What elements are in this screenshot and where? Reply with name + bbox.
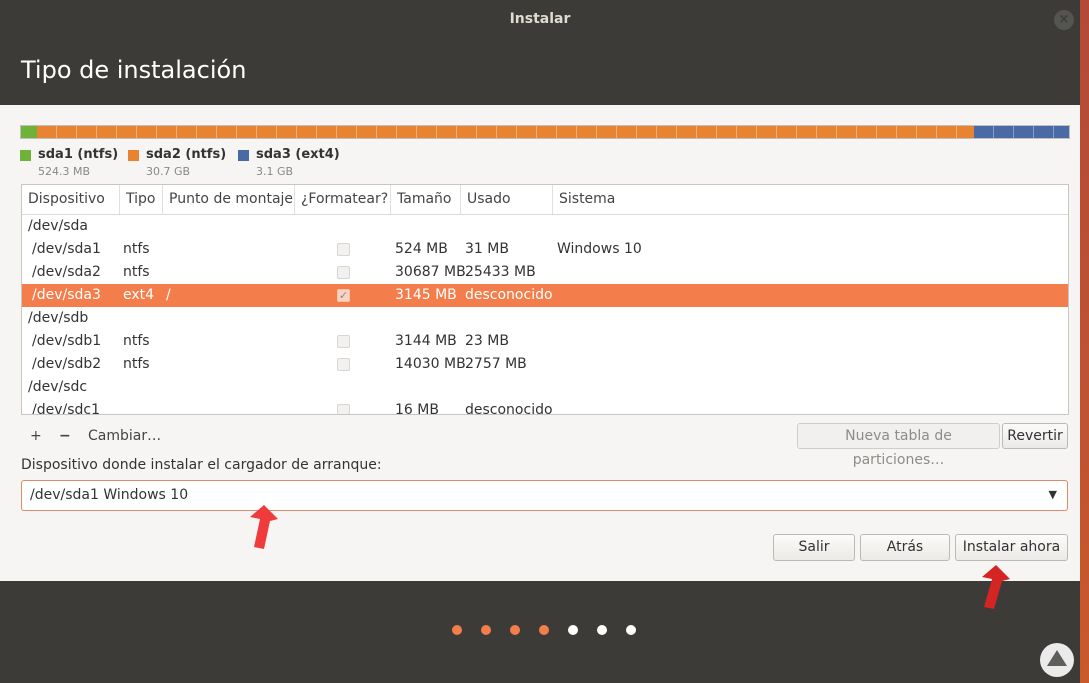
column-header[interactable]: ¿Formatear? <box>295 185 391 214</box>
table-row[interactable]: /dev/sdc1 16 MB desconocido <box>22 399 1068 415</box>
type-cell: ntfs <box>123 264 150 280</box>
size-cell: 524 MB <box>395 241 448 257</box>
progress-dot <box>452 625 462 635</box>
format-checkbox[interactable] <box>337 243 350 256</box>
used-cell: 25433 MB <box>465 264 536 280</box>
used-cell: 31 MB <box>465 241 509 257</box>
change-partition-button[interactable]: Cambiar… <box>88 423 161 449</box>
page-title: Tipo de instalación <box>21 56 247 84</box>
progress-dot <box>568 625 578 635</box>
partition-segment <box>21 126 37 138</box>
quit-button[interactable]: Salir <box>773 534 855 561</box>
progress-dot <box>539 625 549 635</box>
system-cell: Windows 10 <box>557 241 642 257</box>
format-checkbox[interactable] <box>337 404 350 414</box>
legend-size: 30.7 GB <box>146 165 191 178</box>
table-row[interactable]: /dev/sda2 ntfs 30687 MB 25433 MB <box>22 261 1068 284</box>
legend-swatch <box>128 150 139 161</box>
partition-toolbar: + − Cambiar… Nueva tabla de particiones…… <box>21 423 1069 468</box>
device-group-row[interactable]: /dev/sdb <box>22 307 1068 330</box>
size-cell: 16 MB <box>395 402 439 415</box>
dropdown-arrow-icon: ▼ <box>1048 488 1057 501</box>
partition-bar <box>20 125 1070 139</box>
site-logo-icon <box>1040 643 1074 677</box>
title-bar[interactable]: Instalar × <box>0 0 1080 40</box>
size-cell: 14030 MB <box>395 356 466 372</box>
legend-size: 524.3 MB <box>38 165 91 178</box>
remove-partition-button[interactable]: − <box>59 423 71 449</box>
mount-cell: / <box>166 287 171 303</box>
size-cell: 30687 MB <box>395 264 466 280</box>
progress-dot <box>626 625 636 635</box>
legend-name: sda3 (ext4) <box>256 147 340 162</box>
partition-segment <box>36 126 974 138</box>
bootloader-label: Dispositivo donde instalar el cargador d… <box>21 457 382 473</box>
installer-window: Instalar × Tipo de instalación sda1 (ntf… <box>0 0 1080 683</box>
column-header[interactable]: Tamaño <box>391 185 461 214</box>
format-checkbox[interactable] <box>337 335 350 348</box>
close-button[interactable]: × <box>1054 10 1074 30</box>
size-cell: 3145 MB <box>395 287 457 303</box>
type-cell: ntfs <box>123 356 150 372</box>
progress-dot <box>481 625 491 635</box>
size-cell: 3144 MB <box>395 333 457 349</box>
partition-table[interactable]: Dispositivo Tipo Punto de montaje ¿Formatea… <box>21 184 1069 415</box>
format-checkbox[interactable] <box>337 358 350 371</box>
revert-button[interactable]: Revertir <box>1002 423 1068 449</box>
device-cell: /dev/sda2 <box>32 264 101 280</box>
annotation-arrow-icon <box>250 505 278 549</box>
column-header[interactable]: Punto de montaje <box>163 185 295 214</box>
device-cell: /dev/sda <box>28 218 88 234</box>
legend-size: 3.1 GB <box>256 165 294 178</box>
install-now-button[interactable]: Instalar ahora <box>955 534 1068 561</box>
device-cell: /dev/sda1 <box>32 241 101 257</box>
device-group-row[interactable]: /dev/sda <box>22 215 1068 238</box>
legend-name: sda2 (ntfs) <box>146 147 227 162</box>
add-partition-button[interactable]: + <box>30 423 42 449</box>
back-button[interactable]: Atrás <box>860 534 950 561</box>
progress-dot <box>510 625 520 635</box>
table-row[interactable]: /dev/sda3 ext4 / ✓ 3145 MB desconocido <box>22 284 1068 307</box>
partition-segment <box>973 126 1069 138</box>
format-checkbox[interactable] <box>337 266 350 279</box>
device-cell: /dev/sdc1 <box>32 402 101 415</box>
bootloader-selected-value: /dev/sda1 Windows 10 <box>30 487 189 503</box>
new-partition-table-button[interactable]: Nueva tabla de particiones… <box>797 423 1000 468</box>
device-cell: /dev/sdc <box>28 379 88 395</box>
column-header[interactable]: Sistema <box>553 185 1068 214</box>
type-cell: ntfs <box>123 241 150 257</box>
legend-swatch <box>20 150 31 161</box>
type-cell: ext4 <box>123 287 155 303</box>
device-cell: /dev/sdb2 <box>32 356 102 372</box>
column-header[interactable]: Tipo <box>120 185 163 214</box>
column-header[interactable]: Dispositivo <box>22 185 120 214</box>
format-checkbox[interactable]: ✓ <box>337 289 350 302</box>
table-row[interactable]: /dev/sda1 ntfs 524 MB 31 MB Windows 10 <box>22 238 1068 261</box>
table-row[interactable]: /dev/sdb1 ntfs 3144 MB 23 MB <box>22 330 1068 353</box>
column-header[interactable]: Usado <box>461 185 553 214</box>
used-cell: desconocido <box>465 402 553 415</box>
legend-swatch <box>238 150 249 161</box>
device-cell: /dev/sda3 <box>32 287 101 303</box>
device-cell: /dev/sdb <box>28 310 89 326</box>
progress-footer <box>0 581 1080 683</box>
progress-dot <box>597 625 607 635</box>
used-cell: 23 MB <box>465 333 509 349</box>
page-header: Tipo de instalación <box>0 40 1080 105</box>
device-group-row[interactable]: /dev/sdc <box>22 376 1068 399</box>
table-header: Dispositivo Tipo Punto de montaje ¿Formatea… <box>22 185 1068 215</box>
close-icon: × <box>1058 12 1070 27</box>
annotation-arrow-icon <box>982 565 1010 609</box>
main-content: sda1 (ntfs) 524.3 MB sda2 (ntfs) 30.7 GB sda… <box>0 105 1080 581</box>
bootloader-device-select[interactable]: /dev/sda1 Windows 10 ▼ <box>21 480 1068 511</box>
used-cell: 2757 MB <box>465 356 527 372</box>
used-cell: desconocido <box>465 287 553 303</box>
window-title: Instalar <box>509 11 571 27</box>
device-cell: /dev/sdb1 <box>32 333 102 349</box>
table-row[interactable]: /dev/sdb2 ntfs 14030 MB 2757 MB <box>22 353 1068 376</box>
type-cell: ntfs <box>123 333 150 349</box>
legend-name: sda1 (ntfs) <box>38 147 119 162</box>
